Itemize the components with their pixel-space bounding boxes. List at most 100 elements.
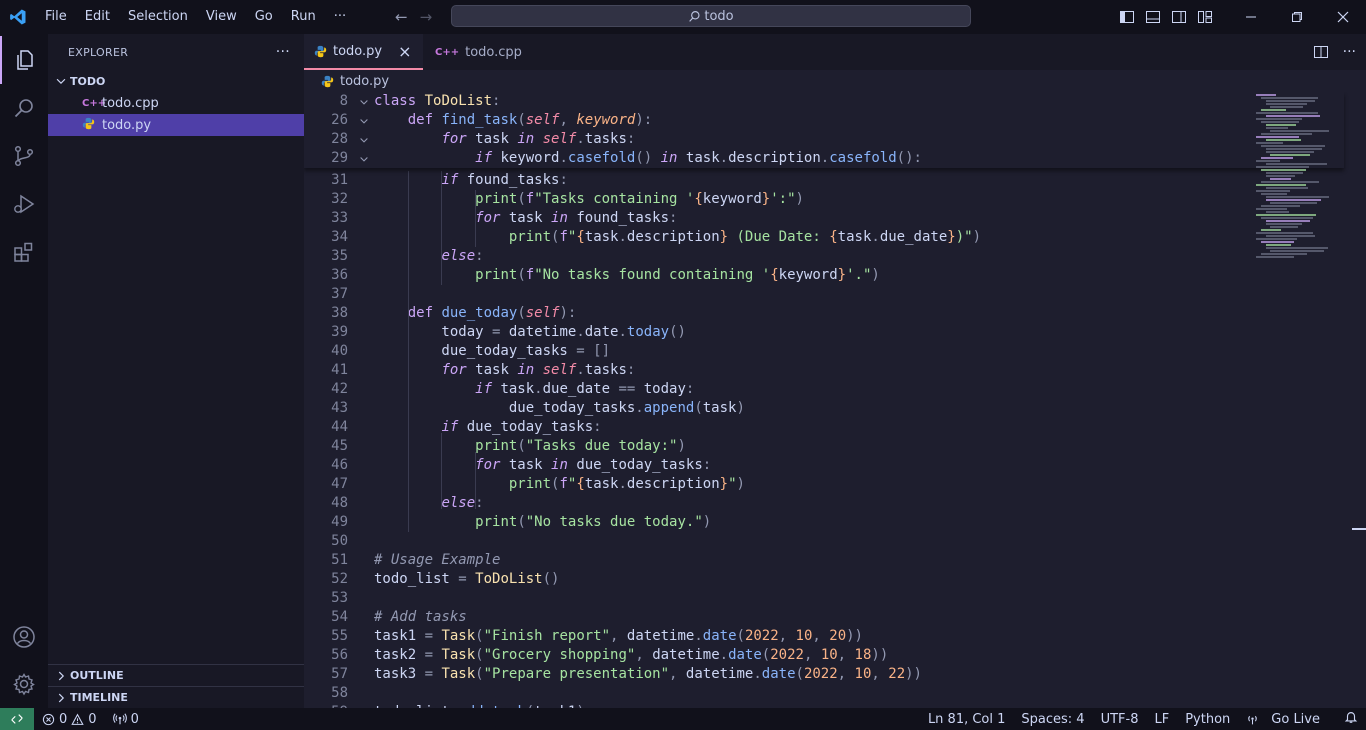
code-line[interactable]: 55 task1 = Task("Finish report", datetime… — [304, 627, 1344, 646]
explorer-icon[interactable] — [0, 36, 48, 84]
code-text: for task in due_today_tasks: — [475, 457, 712, 473]
problems-indicator[interactable]: 0 0 — [42, 712, 97, 727]
toggle-secondary-sidebar-icon[interactable] — [1166, 0, 1192, 34]
code-line[interactable]: 51 # Usage Example — [304, 551, 1344, 570]
code-line[interactable]: 44 if due_today_tasks: — [304, 418, 1344, 437]
code-line[interactable]: 58 — [304, 684, 1344, 703]
encoding[interactable]: UTF-8 — [1093, 712, 1147, 727]
customize-layout-icon[interactable] — [1192, 0, 1218, 34]
minimap[interactable] — [1256, 92, 1352, 262]
source-control-icon[interactable] — [0, 132, 48, 180]
more-actions-icon[interactable]: ··· — [1343, 44, 1356, 60]
menu-file[interactable]: File — [36, 0, 76, 34]
error-icon — [42, 713, 55, 725]
code-line[interactable]: 29 if keyword.casefold() in task.descrip… — [304, 149, 1344, 168]
code-line[interactable]: 50 — [304, 532, 1344, 551]
code-editor[interactable]: 31 if found_tasks: 32 print(f"Tasks conta… — [304, 92, 1366, 710]
forward-arrow-icon[interactable]: → — [420, 8, 433, 26]
remote-indicator[interactable] — [0, 708, 34, 730]
code-line[interactable]: 43 due_today_tasks.append(task) — [304, 399, 1344, 418]
ports-indicator[interactable]: 0 — [112, 712, 139, 727]
search-icon[interactable] — [0, 84, 48, 132]
code-text: task1 = Task("Finish report", datetime.d… — [374, 628, 863, 644]
line-number: 26 — [331, 112, 348, 128]
go-live-button[interactable]: Go Live — [1238, 712, 1336, 727]
code-line[interactable]: 32 print(f"Tasks containing '{keyword}':… — [304, 190, 1344, 209]
file-item-todo-py[interactable]: todo.py — [48, 114, 304, 136]
explorer-sidebar: EXPLORER ··· TODO C++ todo.cpp todo.py O… — [48, 34, 304, 710]
broadcast-icon — [112, 713, 127, 725]
menu-run[interactable]: Run — [282, 0, 325, 34]
accounts-icon[interactable] — [0, 613, 48, 661]
code-line[interactable]: 49 print("No tasks due today.") — [304, 513, 1344, 532]
menu-go[interactable]: Go — [246, 0, 282, 34]
folder-todo[interactable]: TODO — [48, 70, 304, 92]
tab-todo-py[interactable]: todo.py × — [304, 34, 423, 70]
sticky-scroll[interactable]: 8 class ToDoList: 26 def find_task(self, k… — [304, 92, 1344, 168]
manage-gear-icon[interactable] — [0, 660, 48, 708]
outline-section[interactable]: OUTLINE — [48, 664, 304, 686]
fold-chevron-icon[interactable] — [358, 111, 370, 130]
code-line[interactable]: 41 for task in self.tasks: — [304, 361, 1344, 380]
code-line[interactable]: 53 — [304, 589, 1344, 608]
menu-selection[interactable]: Selection — [119, 0, 197, 34]
code-line[interactable]: 57 task3 = Task("Prepare presentation", d… — [304, 665, 1344, 684]
code-line[interactable]: 38 def due_today(self): — [304, 304, 1344, 323]
more-actions-icon[interactable]: ··· — [276, 44, 290, 60]
toggle-panel-icon[interactable] — [1140, 0, 1166, 34]
minimize-button[interactable] — [1228, 0, 1274, 34]
code-line[interactable]: 54 # Add tasks — [304, 608, 1344, 627]
cpp-file-icon: C++ — [82, 97, 107, 109]
code-line[interactable]: 48 else: — [304, 494, 1344, 513]
fold-chevron-icon[interactable] — [358, 92, 370, 111]
timeline-section[interactable]: TIMELINE — [48, 686, 304, 708]
code-line[interactable]: 42 if task.due_date == today: — [304, 380, 1344, 399]
line-number: 54 — [331, 609, 348, 625]
code-line[interactable]: 34 print(f"{task.description} (Due Date:… — [304, 228, 1344, 247]
line-number: 8 — [339, 93, 348, 109]
code-line[interactable]: 46 for task in due_today_tasks: — [304, 456, 1344, 475]
tab-todo-cpp[interactable]: C++ todo.cpp — [425, 34, 543, 70]
indentation[interactable]: Spaces: 4 — [1013, 712, 1092, 727]
code-line[interactable]: 33 for task in found_tasks: — [304, 209, 1344, 228]
code-line[interactable]: 47 print(f"{task.description}") — [304, 475, 1344, 494]
code-line[interactable]: 45 print("Tasks due today:") — [304, 437, 1344, 456]
file-item-todo-cpp[interactable]: C++ todo.cpp — [48, 92, 304, 114]
menu-view[interactable]: View — [197, 0, 246, 34]
code-line[interactable]: 28 for task in self.tasks: — [304, 130, 1344, 149]
menu-edit[interactable]: Edit — [76, 0, 119, 34]
notifications-bell-icon[interactable] — [1336, 710, 1366, 728]
code-line[interactable]: 37 — [304, 285, 1344, 304]
fold-chevron-icon[interactable] — [358, 130, 370, 149]
line-number: 49 — [331, 514, 348, 530]
code-line[interactable]: 40 due_today_tasks = [] — [304, 342, 1344, 361]
extensions-icon[interactable] — [0, 228, 48, 276]
code-line[interactable]: 35 else: — [304, 247, 1344, 266]
code-line[interactable]: 52 todo_list = ToDoList() — [304, 570, 1344, 589]
code-line[interactable]: 56 task2 = Task("Grocery shopping", datet… — [304, 646, 1344, 665]
toggle-primary-sidebar-icon[interactable] — [1114, 0, 1140, 34]
split-editor-icon[interactable] — [1313, 44, 1329, 60]
menu-more[interactable]: ··· — [325, 0, 355, 34]
fold-chevron-icon[interactable] — [358, 149, 370, 168]
line-number: 52 — [331, 571, 348, 587]
code-line[interactable]: 26 def find_task(self, keyword): — [304, 111, 1344, 130]
code-line[interactable]: 31 if found_tasks: — [304, 171, 1344, 190]
language-mode[interactable]: Python — [1177, 712, 1238, 727]
end-of-line[interactable]: LF — [1146, 712, 1177, 727]
close-window-button[interactable] — [1320, 0, 1366, 34]
restore-button[interactable] — [1274, 0, 1320, 34]
line-number: 44 — [331, 419, 348, 435]
code-line[interactable]: 8 class ToDoList: — [304, 92, 1344, 111]
code-line[interactable]: 39 today = datetime.date.today() — [304, 323, 1344, 342]
run-and-debug-icon[interactable] — [0, 180, 48, 228]
cursor-position[interactable]: Ln 81, Col 1 — [920, 712, 1013, 727]
file-label: todo.py — [102, 117, 152, 133]
back-arrow-icon[interactable]: ← — [395, 8, 408, 26]
code-text: print(f"{task.description} (Due Date: {t… — [508, 229, 981, 245]
command-center-search[interactable]: todo — [451, 5, 971, 27]
breadcrumb[interactable]: todo.py — [304, 70, 1366, 92]
code-line[interactable]: 36 print(f"No tasks found containing '{k… — [304, 266, 1344, 285]
title-bar: File Edit Selection View Go Run ··· ← → … — [0, 0, 1366, 34]
close-tab-icon[interactable]: × — [398, 42, 411, 61]
